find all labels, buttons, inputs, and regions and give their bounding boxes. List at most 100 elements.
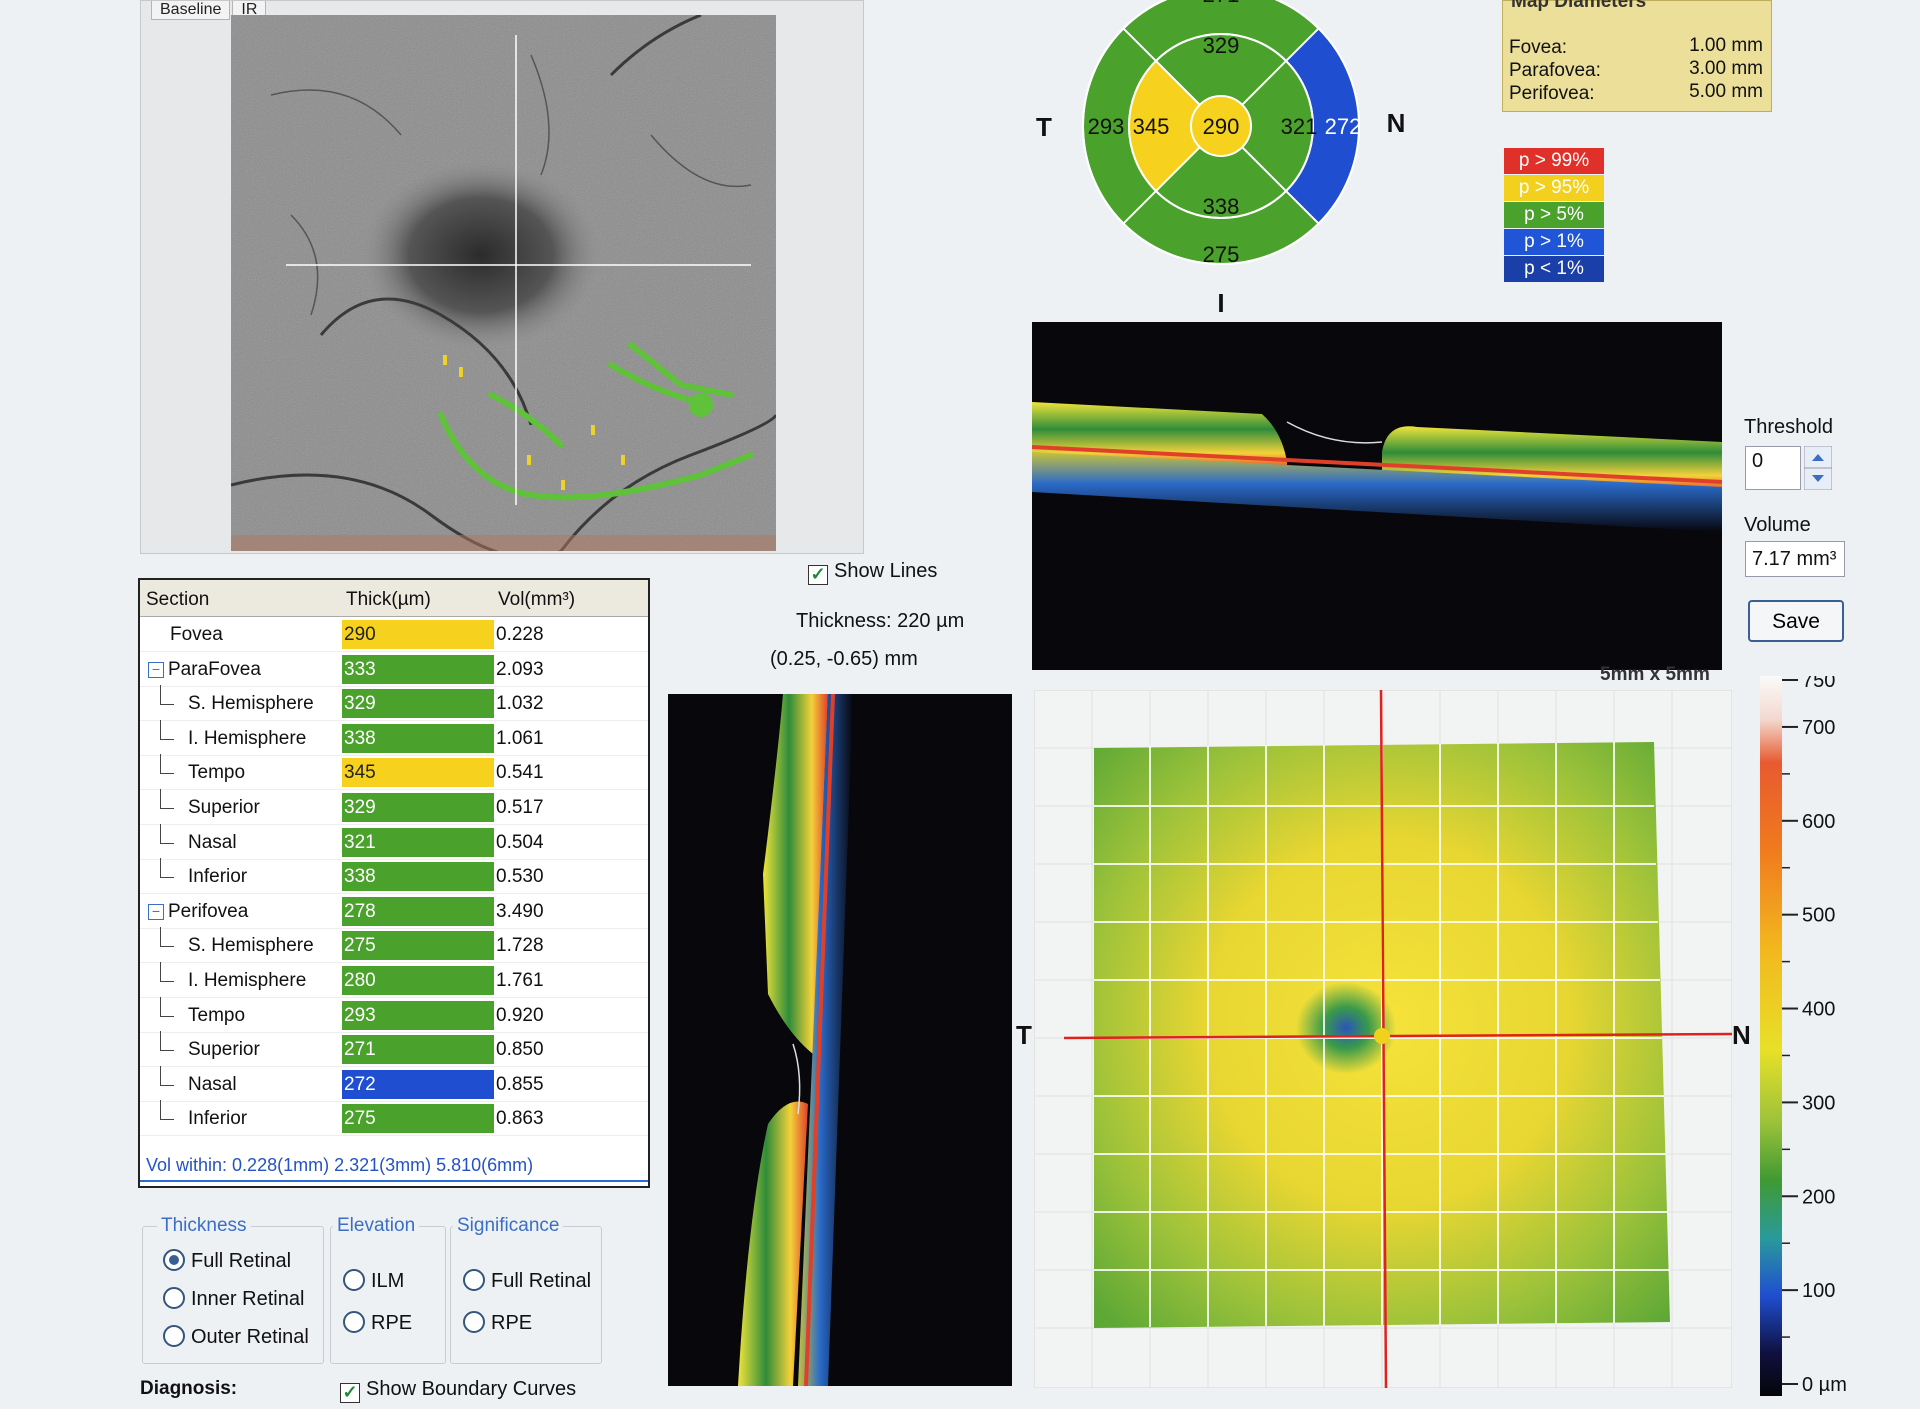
table-row[interactable]: I. Hemisphere 280 1.761	[140, 962, 648, 998]
radio-outer-retinal[interactable]: Outer Retinal	[163, 1325, 309, 1349]
colorbar-tick-label: 0 µm	[1802, 1374, 1847, 1396]
row-volume-cell: 0.517	[496, 797, 544, 818]
table-row[interactable]: S. Hemisphere 329 1.032	[140, 685, 648, 722]
table-row[interactable]: Tempo 345 0.541	[140, 754, 648, 791]
row-volume-cell: 0.850	[496, 1039, 544, 1061]
table-row[interactable]: Fovea 290 0.228	[140, 618, 648, 652]
etdrs-label-t: T	[1036, 112, 1052, 142]
table-row[interactable]: Nasal 321 0.504	[140, 823, 648, 860]
row-volume-cell: 1.728	[496, 935, 544, 957]
radio-elevation-ilm[interactable]: ILM	[343, 1269, 404, 1293]
table-row[interactable]: Superior 329 0.517	[140, 789, 648, 825]
scan-size-label: 5mm x 5mm	[1600, 664, 1710, 685]
radio-icon	[343, 1269, 365, 1291]
row-volume-cell: 0.228	[496, 624, 544, 645]
etdrs-inner-inferior: 338	[1203, 194, 1240, 219]
row-volume-cell: 1.761	[496, 970, 544, 991]
volume-label: Volume	[1744, 514, 1811, 536]
col-header-vol: Vol(mm³)	[498, 589, 576, 610]
legend-item: p > 5%	[1504, 202, 1604, 228]
table-row[interactable]: Superior 271 0.850	[140, 1031, 648, 1068]
threshold-spinner[interactable]	[1804, 446, 1832, 490]
row-thickness-cell: 275	[342, 931, 494, 961]
etdrs-inner-temporal: 345	[1133, 114, 1170, 139]
thickness-readout: Thickness: 220 µm	[796, 610, 965, 632]
oct-vertical-bscan[interactable]	[668, 694, 1012, 1386]
radio-icon	[163, 1325, 185, 1347]
map-diameters-box: Map Diameters Fovea: 1.00 mm Parafovea: …	[1502, 0, 1772, 112]
row-thickness-cell: 271	[342, 1035, 494, 1065]
row-thickness-cell: 280	[342, 966, 494, 995]
row-section-label: Fovea	[170, 624, 223, 645]
row-thickness-cell: 338	[342, 862, 494, 892]
row-section-label: Inferior	[188, 1108, 248, 1130]
radio-label: RPE	[491, 1312, 533, 1334]
row-thickness-cell: 275	[342, 1104, 494, 1134]
table-row[interactable]: ParaFovea − 333 2.093	[140, 653, 648, 687]
fundus-image[interactable]	[231, 15, 776, 551]
legend-item: p < 1%	[1504, 256, 1604, 282]
row-volume-cell: 0.504	[496, 831, 544, 853]
table-row[interactable]: Inferior 338 0.530	[140, 858, 648, 895]
collapse-icon[interactable]: −	[148, 661, 164, 678]
radio-selected-icon	[163, 1249, 185, 1271]
row-thickness-cell: 329	[342, 793, 494, 822]
elevation-group: Elevation ILM RPE	[330, 1215, 446, 1364]
row-thickness-cell: 321	[342, 827, 494, 857]
table-row[interactable]: Tempo 293 0.920	[140, 996, 648, 1033]
show-lines-checkbox[interactable]: ✓ Show Lines	[808, 560, 937, 585]
thickness-heatmap[interactable]	[1034, 690, 1732, 1388]
section-table: Section Thick(µm) Vol(mm³) Fovea 290 0.228…	[138, 578, 650, 1188]
row-volume-cell: 0.855	[496, 1073, 544, 1095]
save-button[interactable]: Save	[1748, 600, 1844, 642]
colorbar-tick-label: 500	[1802, 905, 1835, 927]
row-volume-cell: 1.032	[496, 693, 544, 715]
row-volume-cell: 3.490	[496, 900, 544, 922]
significance-legend: p > 99% p > 95% p > 5% p > 1% p < 1%	[1504, 148, 1604, 283]
map-diam-value: 1.00 mm	[1689, 35, 1763, 56]
radio-elevation-rpe[interactable]: RPE	[343, 1311, 412, 1335]
collapse-icon[interactable]: −	[148, 903, 164, 920]
row-volume-cell: 0.920	[496, 1004, 544, 1026]
table-row[interactable]: Inferior 275 0.863	[140, 1100, 648, 1137]
table-row[interactable]: I. Hemisphere 338 1.061	[140, 719, 648, 756]
etdrs-inner-superior: 329	[1203, 33, 1240, 58]
row-thickness-cell: 333	[342, 654, 494, 684]
row-section-label: Nasal	[188, 1073, 237, 1095]
heatmap-label-n: N	[1732, 1020, 1751, 1050]
table-row[interactable]: Nasal 272 0.855	[140, 1065, 648, 1102]
show-boundary-curves-checkbox[interactable]: ✓ Show Boundary Curves	[340, 1378, 576, 1403]
radio-label: RPE	[371, 1312, 413, 1334]
row-section-label: Inferior	[188, 866, 248, 888]
etdrs-center-value: 290	[1203, 114, 1240, 139]
diagnosis-label: Diagnosis:	[140, 1378, 238, 1399]
threshold-input[interactable]: 0	[1745, 446, 1801, 490]
radio-icon	[163, 1287, 185, 1309]
colorbar-tick-label: 400	[1802, 999, 1835, 1021]
legend-item: p > 99%	[1504, 148, 1604, 174]
show-lines-label: Show Lines	[834, 560, 938, 582]
table-row[interactable]: Perifovea − 278 3.490	[140, 895, 648, 929]
etdrs-outer-nasal: 272	[1325, 114, 1362, 139]
row-volume-cell: 1.061	[496, 727, 544, 749]
legend-item: p > 1%	[1504, 229, 1604, 255]
row-section-label: Tempo	[188, 762, 246, 784]
radio-inner-retinal[interactable]: Inner Retinal	[163, 1287, 304, 1311]
oct-horizontal-bscan[interactable]	[1032, 322, 1722, 670]
row-section-label: I. Hemisphere	[188, 727, 307, 749]
radio-icon	[463, 1269, 485, 1291]
etdrs-label-n: N	[1387, 108, 1406, 138]
radio-significance-rpe[interactable]: RPE	[463, 1311, 532, 1335]
radio-label: Full Retinal	[491, 1270, 592, 1292]
colorbar-tick-label: 200	[1802, 1186, 1835, 1208]
table-row[interactable]: S. Hemisphere 275 1.728	[140, 927, 648, 964]
row-thickness-cell: 338	[342, 723, 494, 753]
heatmap-label-t: T	[1016, 1020, 1032, 1050]
significance-group-title: Significance	[453, 1215, 564, 1237]
radio-full-retinal[interactable]: Full Retinal	[163, 1249, 291, 1273]
legend-item: p > 95%	[1504, 175, 1604, 201]
radio-significance-full-retinal[interactable]: Full Retinal	[463, 1269, 591, 1293]
row-section-label: Tempo	[188, 1004, 246, 1026]
map-diam-value: 3.00 mm	[1689, 58, 1763, 79]
tab-baseline[interactable]: Baseline	[151, 1, 231, 20]
